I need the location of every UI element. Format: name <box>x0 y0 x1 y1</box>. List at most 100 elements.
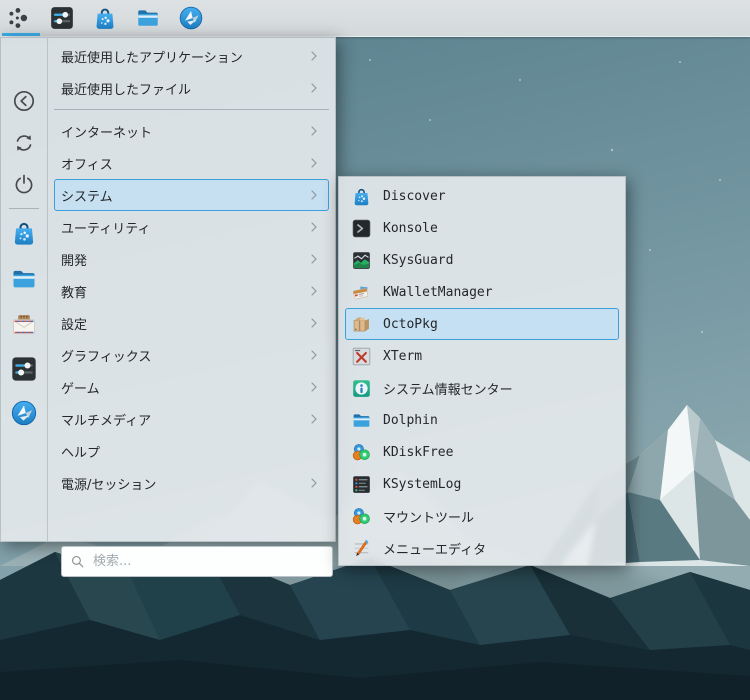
chevron-right-icon <box>306 411 322 427</box>
application-launcher-menu: 最近使用したアプリケーション 最近使用したファイル インターネット オフィス シ… <box>0 37 336 542</box>
menu-divider <box>54 109 329 110</box>
search-input[interactable] <box>61 546 333 577</box>
active-task-indicator <box>2 33 40 36</box>
favorite-dolphin-icon[interactable] <box>10 265 38 293</box>
submenu-item-octopkg[interactable]: OctoPkg <box>345 308 619 340</box>
system-settings-icon[interactable] <box>49 5 75 31</box>
submenu-item-xterm[interactable]: XTerm <box>345 340 619 372</box>
launcher-menu-list: 最近使用したアプリケーション 最近使用したファイル インターネット オフィス シ… <box>48 38 335 541</box>
menu-item-label: ゲーム <box>61 378 306 397</box>
ksysguard-icon <box>351 250 372 271</box>
falkon-browser-icon[interactable] <box>178 5 204 31</box>
menu-item-games[interactable]: ゲーム <box>54 371 329 403</box>
menu-item-label: 最近使用したアプリケーション <box>61 47 306 66</box>
mount-tool-icon <box>351 506 372 527</box>
info-center-icon <box>351 378 372 399</box>
app-label: Dolphin <box>383 413 438 428</box>
menu-item-utilities[interactable]: ユーティリティ <box>54 211 329 243</box>
menu-item-system[interactable]: システム <box>54 179 329 211</box>
menu-editor-icon <box>351 538 372 559</box>
top-panel <box>0 0 750 37</box>
menu-item-recent-files[interactable]: 最近使用したファイル <box>54 72 329 104</box>
submenu-item-ksysguard[interactable]: KSysGuard <box>345 244 619 276</box>
search-field <box>61 546 333 577</box>
submenu-item-menu-editor[interactable]: メニューエディタ <box>345 532 619 564</box>
refresh-icon[interactable] <box>12 131 36 155</box>
favorite-falkon-browser-icon[interactable] <box>10 399 38 427</box>
app-label: Konsole <box>383 221 438 236</box>
app-label: XTerm <box>383 349 422 364</box>
back-icon[interactable] <box>12 89 36 113</box>
menu-item-label: 最近使用したファイル <box>61 79 306 98</box>
menu-item-label: オフィス <box>61 154 306 173</box>
chevron-right-icon <box>306 347 322 363</box>
system-submenu: Discover Konsole KSysGuard KWalletManage… <box>338 176 626 566</box>
app-label: KSystemLog <box>383 477 461 492</box>
menu-item-internet[interactable]: インターネット <box>54 115 329 147</box>
menu-item-graphics[interactable]: グラフィックス <box>54 339 329 371</box>
sidebar-divider <box>9 208 39 209</box>
favorite-system-settings-icon[interactable] <box>10 355 38 383</box>
chevron-right-icon <box>306 283 322 299</box>
app-label: メニューエディタ <box>383 539 486 558</box>
submenu-item-discover[interactable]: Discover <box>345 180 619 212</box>
dolphin-icon[interactable] <box>135 5 161 31</box>
app-label: KDiskFree <box>383 445 453 460</box>
submenu-item-info-center[interactable]: システム情報センター <box>345 372 619 404</box>
chevron-right-icon <box>306 379 322 395</box>
chevron-right-icon <box>306 475 322 491</box>
submenu-item-kdiskfree[interactable]: KDiskFree <box>345 436 619 468</box>
app-label: KWalletManager <box>383 285 493 300</box>
app-label: KSysGuard <box>383 253 453 268</box>
submenu-item-dolphin[interactable]: Dolphin <box>345 404 619 436</box>
chevron-right-icon <box>306 251 322 267</box>
chevron-right-icon <box>306 48 322 64</box>
chevron-right-icon <box>306 219 322 235</box>
dolphin-icon <box>351 410 372 431</box>
chevron-right-icon <box>306 123 322 139</box>
chevron-right-icon <box>306 315 322 331</box>
menu-item-label: ヘルプ <box>61 442 322 461</box>
kdiskfree-icon <box>351 442 372 463</box>
menu-item-settings[interactable]: 設定 <box>54 307 329 339</box>
menu-item-label: システム <box>61 186 306 205</box>
menu-item-label: インターネット <box>61 122 306 141</box>
discover-icon[interactable] <box>92 5 118 31</box>
app-label: マウントツール <box>383 507 474 526</box>
menu-item-recent-apps[interactable]: 最近使用したアプリケーション <box>54 40 329 72</box>
konsole-icon <box>351 218 372 239</box>
submenu-item-kwalletmanager[interactable]: KWalletManager <box>345 276 619 308</box>
app-label: OctoPkg <box>383 317 438 332</box>
launcher-sidebar <box>1 38 48 541</box>
menu-item-label: 設定 <box>61 314 306 333</box>
submenu-item-mount-tool[interactable]: マウントツール <box>345 500 619 532</box>
submenu-item-ksystemlog[interactable]: KSystemLog <box>345 468 619 500</box>
submenu-item-konsole[interactable]: Konsole <box>345 212 619 244</box>
menu-item-label: 教育 <box>61 282 306 301</box>
discover-icon <box>351 186 372 207</box>
favorite-kontact-mail-icon[interactable] <box>10 311 38 339</box>
app-label: Discover <box>383 189 446 204</box>
app-label: システム情報センター <box>383 379 513 398</box>
menu-item-label: 開発 <box>61 250 306 269</box>
menu-item-label: 電源/セッション <box>61 474 306 493</box>
xterm-icon <box>351 346 372 367</box>
kwallet-icon <box>351 282 372 303</box>
power-icon[interactable] <box>12 172 36 196</box>
menu-item-label: マルチメディア <box>61 410 306 429</box>
menu-item-power-session[interactable]: 電源/セッション <box>54 467 329 499</box>
ksystemlog-icon <box>351 474 372 495</box>
menu-item-office[interactable]: オフィス <box>54 147 329 179</box>
favorite-discover-icon[interactable] <box>10 219 38 247</box>
menu-item-education[interactable]: 教育 <box>54 275 329 307</box>
octopkg-icon <box>351 314 372 335</box>
menu-item-label: グラフィックス <box>61 346 306 365</box>
menu-item-help[interactable]: ヘルプ <box>54 435 329 467</box>
menu-item-multimedia[interactable]: マルチメディア <box>54 403 329 435</box>
menu-item-development[interactable]: 開発 <box>54 243 329 275</box>
chevron-right-icon <box>306 155 322 171</box>
app-launcher-button[interactable] <box>6 5 32 31</box>
chevron-right-icon <box>306 187 322 203</box>
chevron-right-icon <box>306 80 322 96</box>
menu-item-label: ユーティリティ <box>61 218 306 237</box>
